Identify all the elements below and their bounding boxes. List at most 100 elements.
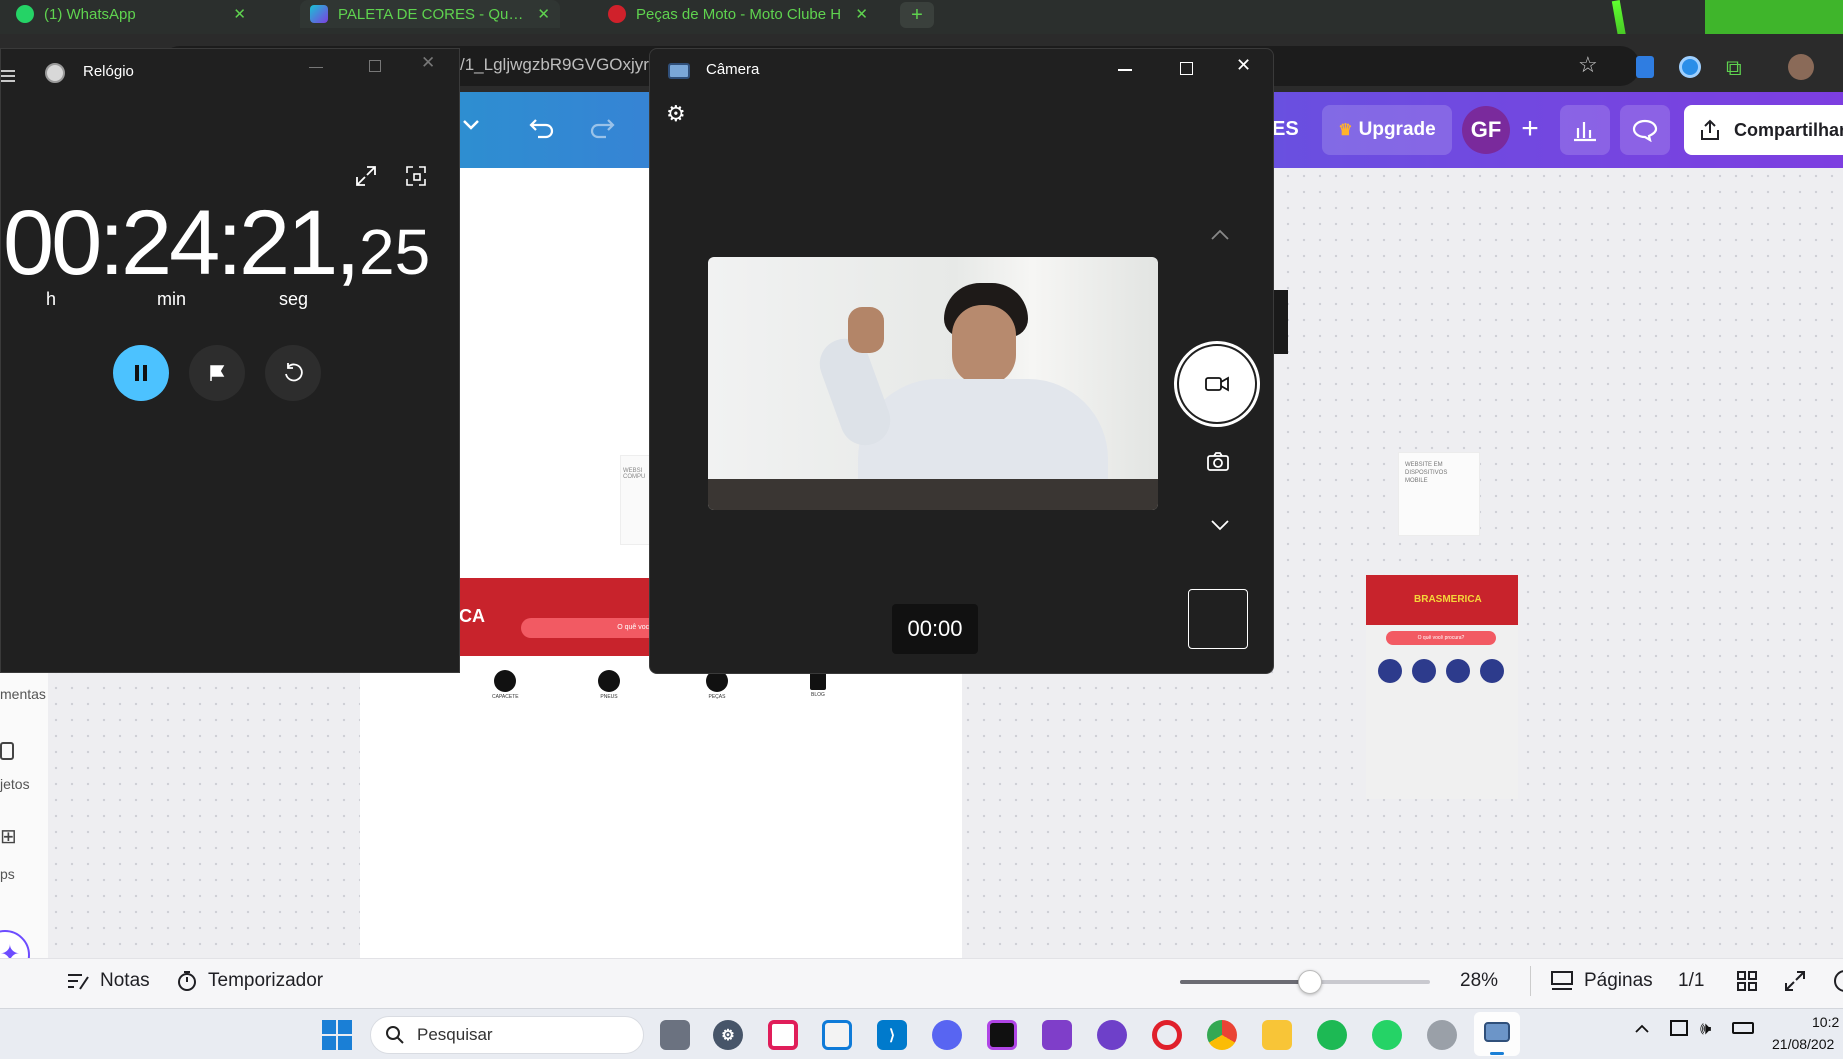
extension-icon[interactable] <box>1636 56 1654 78</box>
window-title: Relógio <box>83 63 134 80</box>
recording-timer: 00:00 <box>892 604 978 654</box>
file-explorer-icon[interactable] <box>1262 1020 1292 1050</box>
whatsapp-icon[interactable] <box>1372 1020 1402 1050</box>
profile-avatar[interactable] <box>1788 54 1814 80</box>
sidebar-item-projects[interactable]: jetos <box>0 776 30 792</box>
person-hand <box>848 307 884 353</box>
reset-icon <box>285 363 303 382</box>
upgrade-button[interactable]: ♛ Upgrade <box>1322 105 1452 155</box>
close-icon[interactable]: ✕ <box>855 5 868 23</box>
github-desktop-icon[interactable] <box>1097 1020 1127 1050</box>
timer-icon <box>178 971 196 991</box>
url-text: /1_LgljwgzbR9GVGOxjyr <box>460 55 649 74</box>
discord-icon[interactable] <box>932 1020 962 1050</box>
tab-pecas-de-moto[interactable]: Peças de Moto - Moto Clube H ✕ <box>598 0 878 28</box>
mobile-icon <box>1446 659 1470 683</box>
bookmark-star-icon[interactable]: ☆ <box>1578 52 1598 78</box>
window-controls <box>1705 0 1843 34</box>
maximize-button[interactable] <box>369 60 381 72</box>
jetbrains-icon[interactable] <box>987 1020 1017 1050</box>
minimize-button[interactable] <box>309 67 323 68</box>
mobile-preview-page[interactable]: BRASMERICA O quê você procura? <box>1366 575 1518 799</box>
chrome-icon[interactable] <box>1207 1020 1237 1050</box>
battery-icon[interactable] <box>1732 1022 1754 1034</box>
notes-icon <box>68 974 89 990</box>
desktop-icon-pecas: PEÇAS <box>706 670 728 700</box>
opera-icon[interactable] <box>1152 1020 1182 1050</box>
stopwatch-hundredths: 25 <box>359 216 431 288</box>
zoom-slider[interactable] <box>1180 970 1430 994</box>
chevron-down-icon[interactable] <box>462 118 480 132</box>
sidebar-item-tools[interactable]: mentas <box>0 686 46 702</box>
comments-button[interactable] <box>1620 105 1670 155</box>
new-tab-button[interactable]: + <box>900 2 934 28</box>
settings-icon[interactable]: ⚙ <box>713 1020 743 1050</box>
flag-icon <box>210 365 225 381</box>
taskbar-search[interactable]: Pesquisar <box>370 1016 644 1054</box>
notes-button[interactable]: Notas <box>66 970 150 992</box>
clock-time[interactable]: 10:2 <box>1812 1014 1839 1030</box>
chevron-up-icon[interactable] <box>1210 229 1230 241</box>
mobile-icon <box>1480 659 1504 683</box>
minimize-button[interactable] <box>1118 69 1132 71</box>
person-face <box>952 305 1016 385</box>
visual-studio-icon[interactable] <box>1042 1020 1072 1050</box>
zoom-slider-thumb[interactable] <box>1298 970 1322 994</box>
network-icon[interactable] <box>1670 1020 1688 1036</box>
ms-store-icon[interactable] <box>822 1020 852 1050</box>
start-button[interactable] <box>322 1020 352 1050</box>
minutes-unit: min <box>157 289 187 309</box>
tab-whatsapp[interactable]: (1) WhatsApp ✕ <box>6 0 256 28</box>
expand-icon[interactable] <box>355 165 377 187</box>
partial-menu-label[interactable]: ES <box>1272 118 1299 141</box>
extensions-puzzle-icon[interactable]: ⧉ <box>1726 55 1742 81</box>
insights-button[interactable] <box>1560 105 1610 155</box>
lap-button[interactable] <box>189 345 245 401</box>
share-button[interactable]: Compartilhar <box>1684 105 1843 155</box>
tab-paleta-de-cores[interactable]: PALETA DE CORES - Quadro bra ✕ <box>300 0 560 28</box>
clock-date[interactable]: 21/08/202 <box>1772 1036 1834 1052</box>
maximize-button[interactable] <box>1180 62 1193 75</box>
zoom-level[interactable]: 28% <box>1460 970 1498 992</box>
redo-icon[interactable] <box>588 116 616 140</box>
last-capture-thumbnail[interactable] <box>1188 589 1248 649</box>
add-collaborator-button[interactable]: + <box>1512 106 1548 154</box>
record-video-button[interactable] <box>1174 341 1260 427</box>
reset-button[interactable] <box>265 345 321 401</box>
close-icon[interactable]: ✕ <box>233 5 246 23</box>
timer-button[interactable]: Temporizador <box>176 970 323 992</box>
divider <box>1530 966 1531 996</box>
volume-icon[interactable]: 🕪 <box>1700 1018 1711 1039</box>
close-button[interactable]: ✕ <box>421 53 435 73</box>
hamburger-menu-icon[interactable] <box>1 69 17 83</box>
pause-button[interactable] <box>113 345 169 401</box>
settings-gear-icon[interactable]: ⚙ <box>666 101 686 127</box>
vscode-icon[interactable]: ⟩ <box>877 1020 907 1050</box>
chevron-down-icon[interactable] <box>1210 519 1230 531</box>
avatar[interactable]: GF <box>1462 106 1510 154</box>
apps-icon[interactable]: ⊞ <box>0 824 17 849</box>
folder-icon[interactable] <box>0 742 14 760</box>
close-icon[interactable]: ✕ <box>537 5 550 23</box>
page-count[interactable]: 1/1 <box>1678 970 1704 992</box>
mobile-search-bar: O quê você procura? <box>1386 631 1496 645</box>
close-button[interactable]: ✕ <box>1236 55 1251 76</box>
spotify-icon[interactable] <box>1317 1020 1347 1050</box>
clock-window: Relógio ✕ 00 : 24 : 21 , 25 h min seg <box>0 48 460 673</box>
grid-view-icon[interactable] <box>1736 970 1758 992</box>
sidebar-item-apps[interactable]: ps <box>0 866 15 882</box>
fullscreen-icon[interactable] <box>1784 970 1806 992</box>
photo-mode-icon[interactable] <box>1206 451 1230 473</box>
clock-app-icon <box>45 63 65 83</box>
extension-eye-icon[interactable] <box>1679 56 1701 78</box>
chevron-up-icon[interactable] <box>1634 1024 1650 1034</box>
compact-overlay-icon[interactable] <box>405 165 427 187</box>
task-view-icon[interactable] <box>660 1020 690 1050</box>
clock-app-icon[interactable] <box>1427 1020 1457 1050</box>
slack-icon[interactable] <box>768 1020 798 1050</box>
pages-button[interactable]: Páginas <box>1550 970 1653 992</box>
moto-site-icon <box>608 5 626 23</box>
undo-icon[interactable] <box>528 116 556 140</box>
camera-taskbar-active[interactable] <box>1474 1012 1520 1056</box>
pause-icon <box>135 365 147 381</box>
